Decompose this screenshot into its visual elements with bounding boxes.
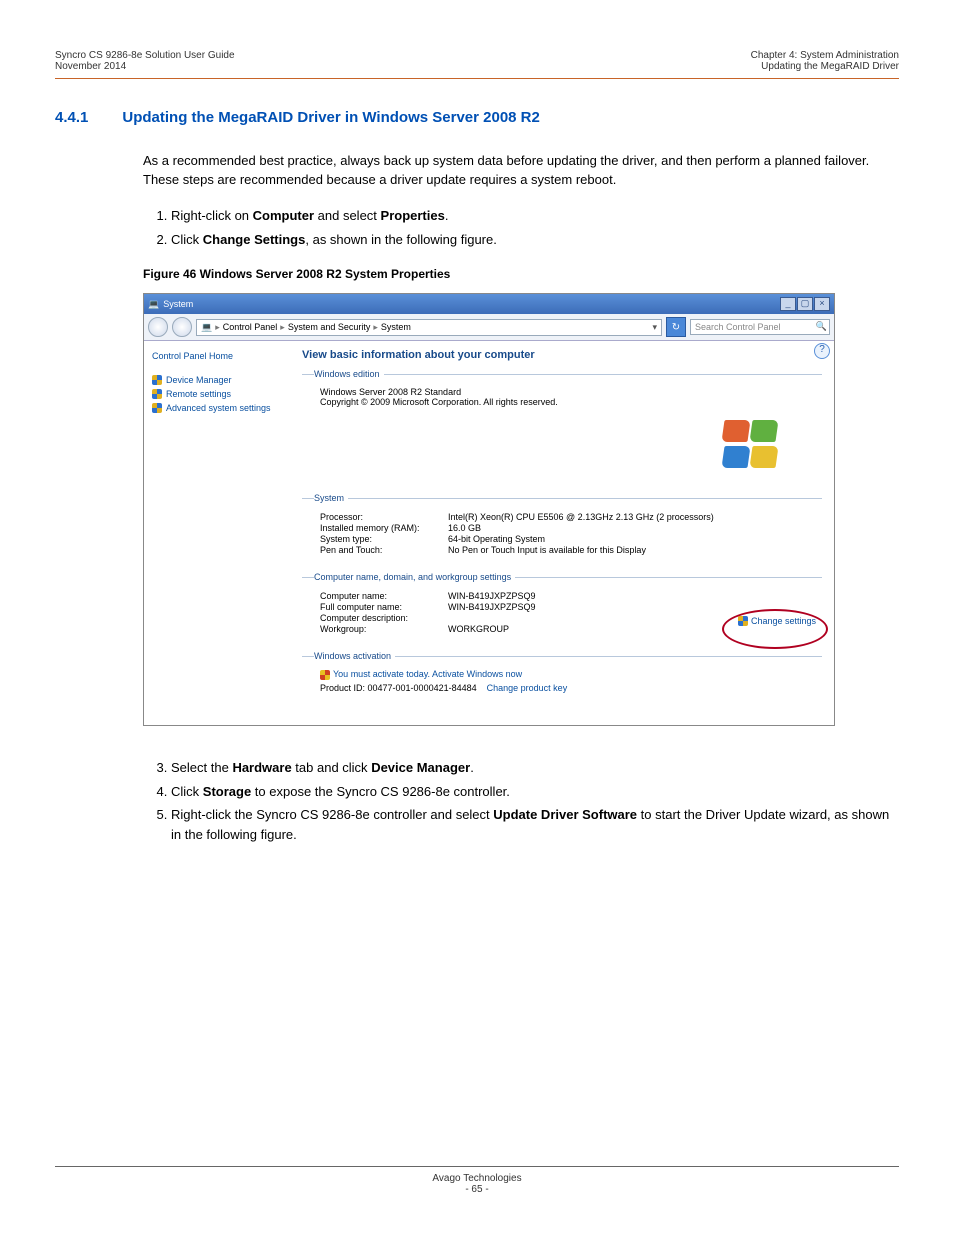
processor-value: Intel(R) Xeon(R) CPU E5506 @ 2.13GHz 2.1… bbox=[448, 512, 714, 522]
computer-icon: 💻 bbox=[201, 322, 212, 333]
window-buttons[interactable]: _▢× bbox=[779, 297, 830, 311]
windows-edition-group: Windows edition Windows Server 2008 R2 S… bbox=[302, 369, 822, 479]
steps-list-a: Right-click on Computer and select Prope… bbox=[143, 204, 899, 253]
section-heading: 4.4.1 Updating the MegaRAID Driver in Wi… bbox=[55, 109, 899, 126]
product-id: Product ID: 00477-001-0000421-84484 bbox=[320, 683, 477, 693]
chapter-label: Chapter 4: System Administration bbox=[751, 50, 899, 61]
forward-button[interactable] bbox=[172, 317, 192, 337]
crumb-system[interactable]: System bbox=[381, 322, 411, 332]
figure-caption: Figure 46 Windows Server 2008 R2 System … bbox=[143, 267, 899, 281]
annotation-ellipse bbox=[722, 609, 828, 649]
address-row: 💻 ▸ Control Panel ▸ System and Security … bbox=[144, 314, 834, 341]
breadcrumb-dropdown-icon[interactable]: ▾ bbox=[652, 322, 657, 333]
change-product-key-link[interactable]: Change product key bbox=[487, 683, 568, 693]
crumb-system-security[interactable]: System and Security bbox=[288, 322, 371, 332]
sidebar-item-remote-settings[interactable]: Remote settings bbox=[152, 389, 282, 399]
back-button[interactable] bbox=[148, 317, 168, 337]
fullcompname-value: WIN-B419JXPZPSQ9 bbox=[448, 602, 536, 612]
sidebar-item-advanced-settings[interactable]: Advanced system settings bbox=[152, 403, 282, 413]
window-titlebar[interactable]: 💻 System _▢× bbox=[144, 294, 834, 314]
system-group: System Processor: Intel(R) Xeon(R) CPU E5… bbox=[302, 493, 822, 558]
sidebar-item-device-manager[interactable]: Device Manager bbox=[152, 375, 282, 385]
workgroup-value: WORKGROUP bbox=[448, 624, 509, 634]
systype-value: 64-bit Operating System bbox=[448, 534, 545, 544]
section-label: Updating the MegaRAID Driver bbox=[751, 61, 899, 72]
cnd-legend: Computer name, domain, and workgroup set… bbox=[314, 572, 515, 582]
header-rule bbox=[55, 78, 899, 79]
shield-icon bbox=[152, 375, 162, 385]
window-icon: 💻 bbox=[148, 299, 159, 310]
steps-list-b: Select the Hardware tab and click Device… bbox=[143, 756, 899, 844]
ram-value: 16.0 GB bbox=[448, 523, 481, 533]
help-icon[interactable]: ? bbox=[814, 343, 830, 359]
step-4: Click Storage to expose the Syncro CS 92… bbox=[171, 780, 899, 805]
windows-logo-icon bbox=[722, 419, 792, 479]
processor-label: Processor: bbox=[320, 512, 440, 522]
activation-legend: Windows activation bbox=[314, 651, 395, 661]
warning-shield-icon bbox=[320, 670, 330, 680]
close-button[interactable]: × bbox=[814, 297, 830, 311]
sidebar: Control Panel Home Device Manager Remote… bbox=[144, 341, 290, 725]
intro-paragraph: As a recommended best practice, always b… bbox=[143, 152, 899, 190]
activation-group: Windows activation You must activate tod… bbox=[302, 651, 822, 695]
footer-page: - 65 - bbox=[0, 1184, 954, 1195]
shield-icon bbox=[152, 403, 162, 413]
doc-date: November 2014 bbox=[55, 61, 235, 72]
footer-company: Avago Technologies bbox=[0, 1173, 954, 1184]
step-3: Select the Hardware tab and click Device… bbox=[171, 756, 899, 781]
search-input[interactable]: Search Control Panel bbox=[690, 319, 830, 335]
doc-title: Syncro CS 9286-8e Solution User Guide bbox=[55, 50, 235, 61]
shield-icon bbox=[152, 389, 162, 399]
compname-label: Computer name: bbox=[320, 591, 440, 601]
system-legend: System bbox=[314, 493, 348, 503]
page-header: Syncro CS 9286-8e Solution User Guide No… bbox=[55, 50, 899, 72]
screenshot-system-properties: 💻 System _▢× 💻 ▸ Control Panel ▸ System … bbox=[143, 293, 835, 726]
main-title: View basic information about your comput… bbox=[302, 349, 822, 361]
fullcompname-label: Full computer name: bbox=[320, 602, 440, 612]
main-panel: ? View basic information about your comp… bbox=[290, 341, 834, 725]
step-2: Click Change Settings, as shown in the f… bbox=[171, 228, 899, 253]
page-footer: Avago Technologies - 65 - bbox=[0, 1166, 954, 1195]
compname-value: WIN-B419JXPZPSQ9 bbox=[448, 591, 536, 601]
edition-name: Windows Server 2008 R2 Standard bbox=[320, 387, 822, 397]
edition-legend: Windows edition bbox=[314, 369, 384, 379]
pen-value: No Pen or Touch Input is available for t… bbox=[448, 545, 646, 555]
systype-label: System type: bbox=[320, 534, 440, 544]
section-title: Updating the MegaRAID Driver in Windows … bbox=[122, 109, 539, 126]
activation-warning[interactable]: You must activate today. Activate Window… bbox=[320, 669, 822, 680]
workgroup-label: Workgroup: bbox=[320, 624, 440, 634]
refresh-button[interactable]: ↻ bbox=[666, 317, 686, 337]
window-title: System bbox=[163, 299, 193, 309]
step-5: Right-click the Syncro CS 9286-8e contro… bbox=[171, 805, 899, 844]
breadcrumb[interactable]: 💻 ▸ Control Panel ▸ System and Security … bbox=[196, 319, 662, 336]
sidebar-home[interactable]: Control Panel Home bbox=[152, 351, 282, 361]
section-number: 4.4.1 bbox=[55, 109, 88, 126]
crumb-control-panel[interactable]: Control Panel bbox=[223, 322, 278, 332]
edition-copyright: Copyright © 2009 Microsoft Corporation. … bbox=[320, 397, 822, 407]
ram-label: Installed memory (RAM): bbox=[320, 523, 440, 533]
maximize-button[interactable]: ▢ bbox=[797, 297, 813, 311]
compdesc-label: Computer description: bbox=[320, 613, 440, 623]
minimize-button[interactable]: _ bbox=[780, 297, 796, 311]
step-1: Right-click on Computer and select Prope… bbox=[171, 204, 899, 229]
pen-label: Pen and Touch: bbox=[320, 545, 440, 555]
